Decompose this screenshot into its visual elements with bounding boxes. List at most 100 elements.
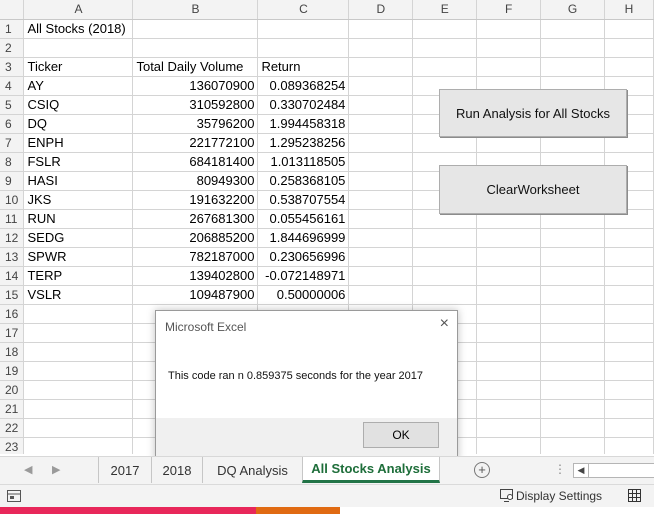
cell-b[interactable]: Total Daily Volume (132, 57, 259, 77)
cell-b[interactable]: 139402800 (132, 266, 259, 286)
cell-a[interactable] (23, 418, 134, 438)
cell-c[interactable]: 0.50000006 (257, 285, 350, 305)
cell-h[interactable] (604, 266, 654, 286)
tab-all-stocks-analysis[interactable]: All Stocks Analysis (302, 457, 440, 483)
more-options-icon[interactable]: ⋮ (554, 462, 566, 476)
cell-b[interactable]: 782187000 (132, 247, 259, 267)
cell-h[interactable] (604, 285, 654, 305)
cell-b[interactable]: 80949300 (132, 171, 259, 191)
cell-f[interactable] (476, 285, 542, 305)
cell-d[interactable] (348, 285, 414, 305)
scroll-left-icon[interactable]: ◀ (574, 464, 589, 477)
cell-c[interactable]: 1.994458318 (257, 114, 350, 134)
row-header[interactable]: 21 (0, 399, 25, 419)
select-all-corner[interactable] (0, 0, 25, 20)
cell-h[interactable] (604, 361, 654, 381)
cell-f[interactable] (476, 323, 542, 343)
cell-f[interactable] (476, 361, 542, 381)
cell-b[interactable] (132, 38, 259, 58)
cell-a[interactable]: ENPH (23, 133, 134, 153)
tab-dq-analysis[interactable]: DQ Analysis (202, 457, 302, 483)
cell-a[interactable]: SPWR (23, 247, 134, 267)
cell-c[interactable]: 0.230656996 (257, 247, 350, 267)
row-header[interactable]: 9 (0, 171, 25, 191)
row-header[interactable]: 5 (0, 95, 25, 115)
row-header[interactable]: 22 (0, 418, 25, 438)
cell-a[interactable]: HASI (23, 171, 134, 191)
cell-c[interactable] (257, 19, 350, 39)
cell-f[interactable] (476, 247, 542, 267)
row-header[interactable]: 8 (0, 152, 25, 172)
display-settings-label[interactable]: Display Settings (516, 489, 602, 503)
cell-f[interactable] (476, 380, 542, 400)
row-header[interactable]: 3 (0, 57, 25, 77)
row-header[interactable]: 17 (0, 323, 25, 343)
row-header[interactable]: 14 (0, 266, 25, 286)
cell-c[interactable]: 1.295238256 (257, 133, 350, 153)
cell-c[interactable]: 0.089368254 (257, 76, 350, 96)
cell-e[interactable] (412, 285, 478, 305)
cell-d[interactable] (348, 266, 414, 286)
cell-c[interactable] (257, 38, 350, 58)
cell-h[interactable] (604, 304, 654, 324)
cell-e[interactable] (412, 38, 478, 58)
cell-c[interactable]: 0.258368105 (257, 171, 350, 191)
row-header[interactable]: 2 (0, 38, 25, 58)
prev-sheet-icon[interactable]: ◀ (24, 463, 32, 476)
cell-c[interactable]: 1.013118505 (257, 152, 350, 172)
cell-e[interactable] (412, 266, 478, 286)
cell-h[interactable] (604, 38, 654, 58)
column-header-d[interactable]: D (348, 0, 414, 20)
column-header-b[interactable]: B (132, 0, 259, 20)
row-header[interactable]: 12 (0, 228, 25, 248)
cell-e[interactable] (412, 228, 478, 248)
cell-g[interactable] (540, 266, 605, 286)
cell-c[interactable]: 0.330702484 (257, 95, 350, 115)
ok-button[interactable]: OK (363, 422, 439, 448)
cell-d[interactable] (348, 57, 414, 77)
cell-a[interactable]: All Stocks (2018) (23, 19, 134, 39)
cell-f[interactable] (476, 19, 542, 39)
cell-g[interactable] (540, 323, 605, 343)
cell-d[interactable] (348, 76, 414, 96)
cell-f[interactable] (476, 342, 542, 362)
column-header-f[interactable]: F (476, 0, 542, 20)
row-header[interactable]: 15 (0, 285, 25, 305)
cell-a[interactable]: Ticker (23, 57, 134, 77)
cell-a[interactable]: VSLR (23, 285, 134, 305)
cell-a[interactable] (23, 361, 134, 381)
cell-h[interactable] (604, 247, 654, 267)
cell-h[interactable] (604, 19, 654, 39)
cell-a[interactable] (23, 437, 134, 454)
next-sheet-icon[interactable]: ▶ (52, 463, 60, 476)
row-header[interactable]: 19 (0, 361, 25, 381)
cell-a[interactable] (23, 304, 134, 324)
cell-g[interactable] (540, 418, 605, 438)
cell-b[interactable] (132, 19, 259, 39)
cell-f[interactable] (476, 304, 542, 324)
add-sheet-icon[interactable]: + (474, 462, 490, 478)
cell-b[interactable]: 684181400 (132, 152, 259, 172)
cell-f[interactable] (476, 38, 542, 58)
normal-view-icon[interactable] (628, 489, 641, 502)
cell-g[interactable] (540, 361, 605, 381)
tab-2017[interactable]: 2017 (98, 457, 151, 483)
cell-d[interactable] (348, 95, 414, 115)
tab-2018[interactable]: 2018 (151, 457, 202, 483)
row-header[interactable]: 11 (0, 209, 25, 229)
cell-e[interactable] (412, 247, 478, 267)
cell-g[interactable] (540, 342, 605, 362)
cell-g[interactable] (540, 228, 605, 248)
cell-g[interactable] (540, 19, 605, 39)
cell-a[interactable]: AY (23, 76, 134, 96)
cell-f[interactable] (476, 437, 542, 454)
cell-b[interactable]: 109487900 (132, 285, 259, 305)
cell-b[interactable]: 136070900 (132, 76, 259, 96)
cell-g[interactable] (540, 285, 605, 305)
row-header[interactable]: 23 (0, 437, 25, 454)
row-header[interactable]: 18 (0, 342, 25, 362)
cell-g[interactable] (540, 57, 605, 77)
cell-g[interactable] (540, 437, 605, 454)
cell-h[interactable] (604, 57, 654, 77)
clear-worksheet-button[interactable]: ClearWorksheet (439, 165, 627, 214)
